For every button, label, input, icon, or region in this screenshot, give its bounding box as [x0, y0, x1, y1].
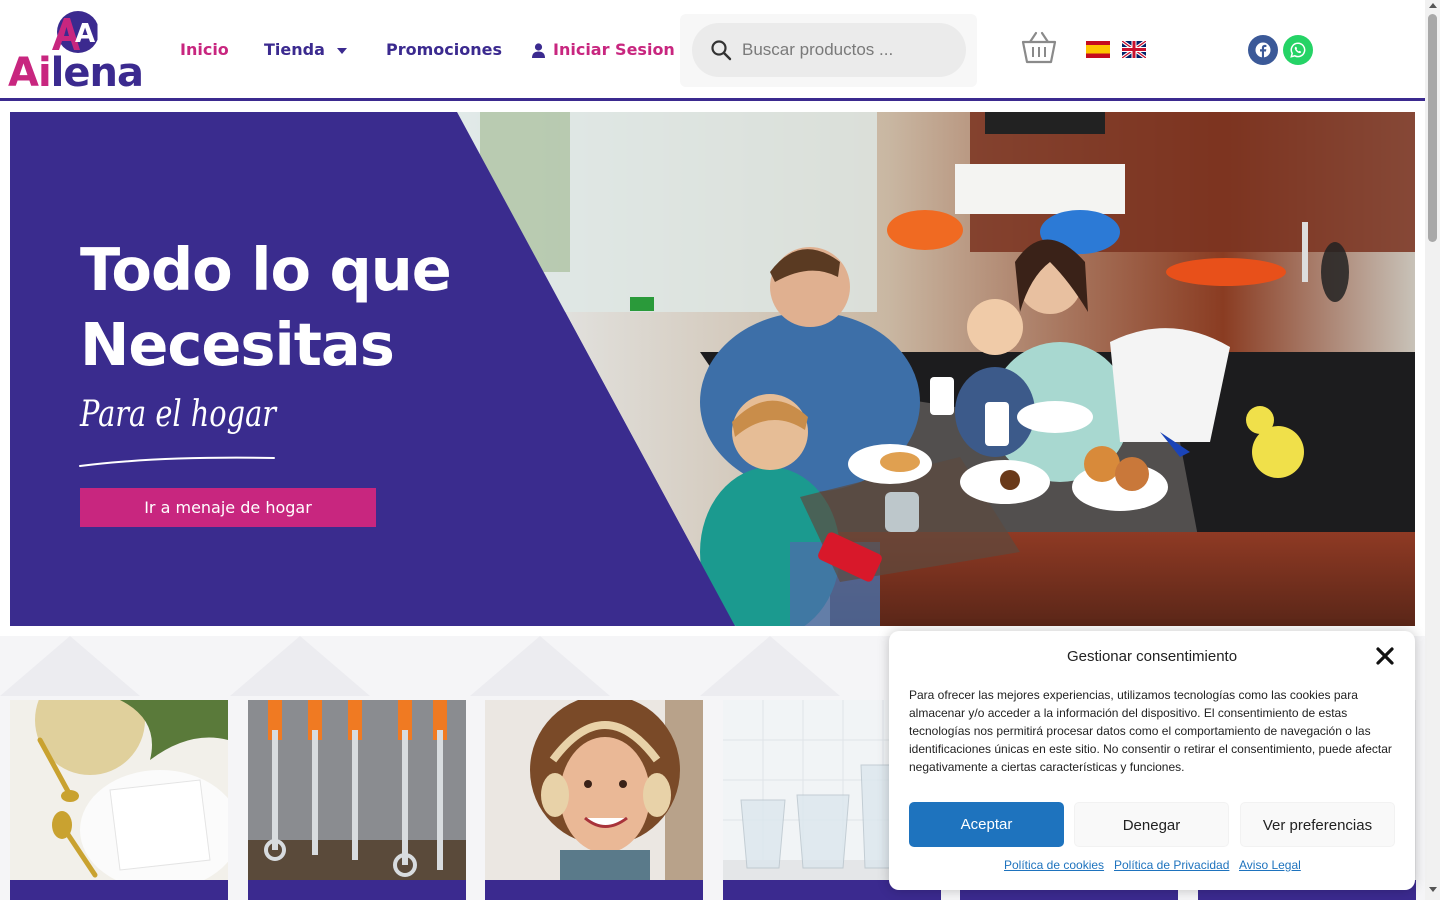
nav-promociones[interactable]: Promociones	[386, 38, 502, 62]
spain-flag-icon[interactable]	[1086, 41, 1110, 58]
category-card[interactable]	[248, 700, 466, 900]
hero-title: Todo lo que Necesitas	[80, 235, 452, 379]
cookie-modal-text: Para ofrecer las mejores experiencias, u…	[909, 688, 1392, 774]
shopping-basket-icon[interactable]	[1020, 30, 1058, 64]
site-logo[interactable]: AE Ailena	[8, 8, 144, 96]
cookie-modal-title: Gestionar consentimiento	[1066, 648, 1238, 665]
close-icon[interactable]	[1375, 646, 1395, 666]
search-icon[interactable]	[710, 39, 732, 61]
headphones-woman-photo	[485, 700, 703, 880]
search-container	[680, 14, 977, 87]
table-setting-photo	[10, 700, 228, 880]
nav-promociones-label: Promociones	[386, 40, 502, 59]
scrollbar-thumb[interactable]	[1428, 14, 1437, 242]
deny-button[interactable]: Denegar	[1074, 802, 1229, 847]
nav-tienda-label: Tienda	[264, 40, 325, 59]
whatsapp-icon	[1290, 42, 1306, 58]
hero-banner: Todo lo que Necesitas Para el hogar Ir a…	[10, 112, 1415, 626]
category-card-footer	[485, 880, 703, 900]
page-scrollbar[interactable]	[1425, 0, 1440, 900]
hero-underline-decoration	[79, 456, 275, 467]
search-box[interactable]	[692, 23, 966, 77]
wrenches-photo	[248, 700, 466, 880]
hero-subtitle: Para el hogar	[80, 394, 277, 435]
search-input[interactable]	[742, 35, 952, 65]
cookie-policy-link[interactable]: Política de cookies	[1004, 858, 1104, 872]
logo-text-ai: Ai	[8, 50, 52, 96]
hero-cta-button[interactable]: Ir a menaje de hogar	[80, 488, 376, 527]
facebook-icon	[1255, 42, 1271, 58]
privacy-policy-link[interactable]: Política de Privacidad	[1114, 858, 1229, 872]
category-card-footer	[10, 880, 228, 900]
nav-inicio-label: Inicio	[180, 40, 229, 59]
scroll-up-arrow-icon[interactable]	[1429, 3, 1437, 8]
category-card[interactable]	[485, 700, 703, 900]
uk-flag-icon[interactable]	[1122, 41, 1146, 58]
logo-mark-text: AE	[75, 19, 100, 49]
category-card-footer	[248, 880, 466, 900]
user-icon	[532, 43, 545, 58]
nav-inicio[interactable]: Inicio	[180, 38, 229, 62]
logo-mark-icon: AE	[52, 11, 100, 53]
facebook-button[interactable]	[1248, 35, 1278, 65]
whatsapp-button[interactable]	[1283, 35, 1313, 65]
preferences-button[interactable]: Ver preferencias	[1240, 802, 1395, 847]
accept-button[interactable]: Aceptar	[909, 802, 1064, 847]
logo-wordmark: Ailena	[8, 50, 144, 96]
site-header: AE Ailena Inicio Tienda Promociones Inic…	[0, 0, 1425, 101]
nav-tienda[interactable]: Tienda	[264, 38, 347, 62]
category-card[interactable]	[10, 700, 228, 900]
legal-notice-link[interactable]: Aviso Legal	[1239, 858, 1301, 872]
chevron-down-icon	[336, 47, 347, 54]
logo-text-lena: lena	[50, 50, 144, 96]
nav-login-label: Iniciar Sesion	[553, 40, 675, 59]
scroll-down-arrow-icon[interactable]	[1429, 887, 1437, 892]
nav-login[interactable]: Iniciar Sesion	[532, 38, 675, 62]
cookie-consent-modal: Gestionar consentimiento Para ofrecer la…	[889, 631, 1415, 890]
